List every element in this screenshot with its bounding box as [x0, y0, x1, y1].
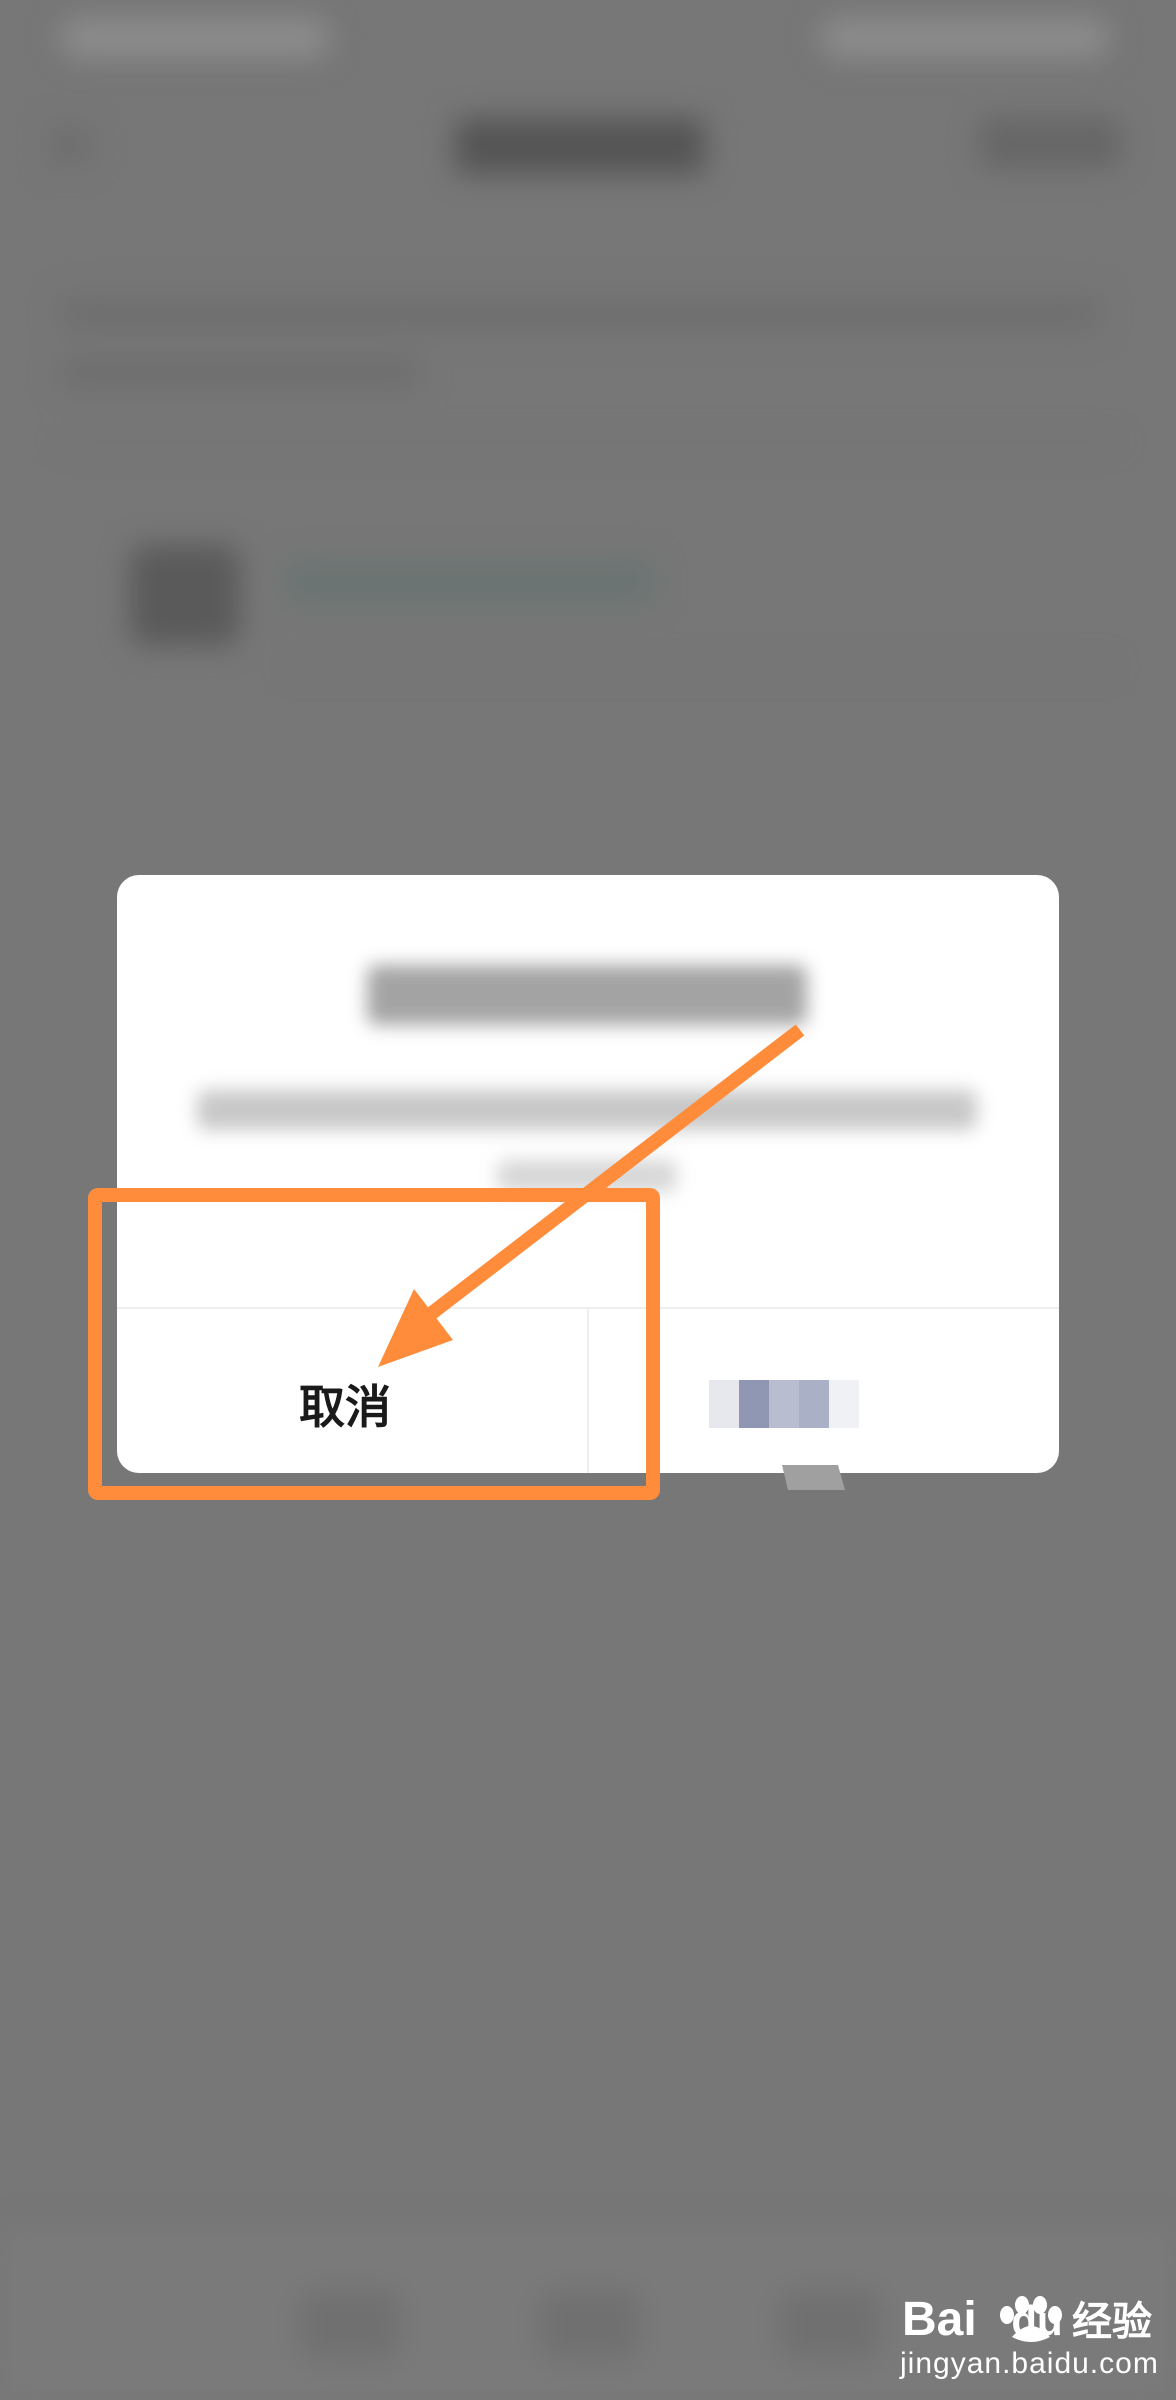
- annotation-arrow: [378, 1024, 805, 1367]
- svg-text:Bai: Bai: [902, 2293, 977, 2346]
- svg-text:du: du: [1011, 2297, 1062, 2344]
- baidu-jingyan-logo: Bai du 经验: [902, 2293, 1152, 2346]
- arrow-shaft: [427, 1024, 805, 1319]
- screen: 取消 Bai du 经验 jingyan.baidu.com: [0, 0, 1176, 2400]
- svg-text:经验: 经验: [1072, 2299, 1152, 2345]
- watermark-url: jingyan.baidu.com: [900, 2347, 1159, 2380]
- baidu-jingyan-watermark: Bai du 经验 jingyan.baidu.com: [900, 2275, 1160, 2385]
